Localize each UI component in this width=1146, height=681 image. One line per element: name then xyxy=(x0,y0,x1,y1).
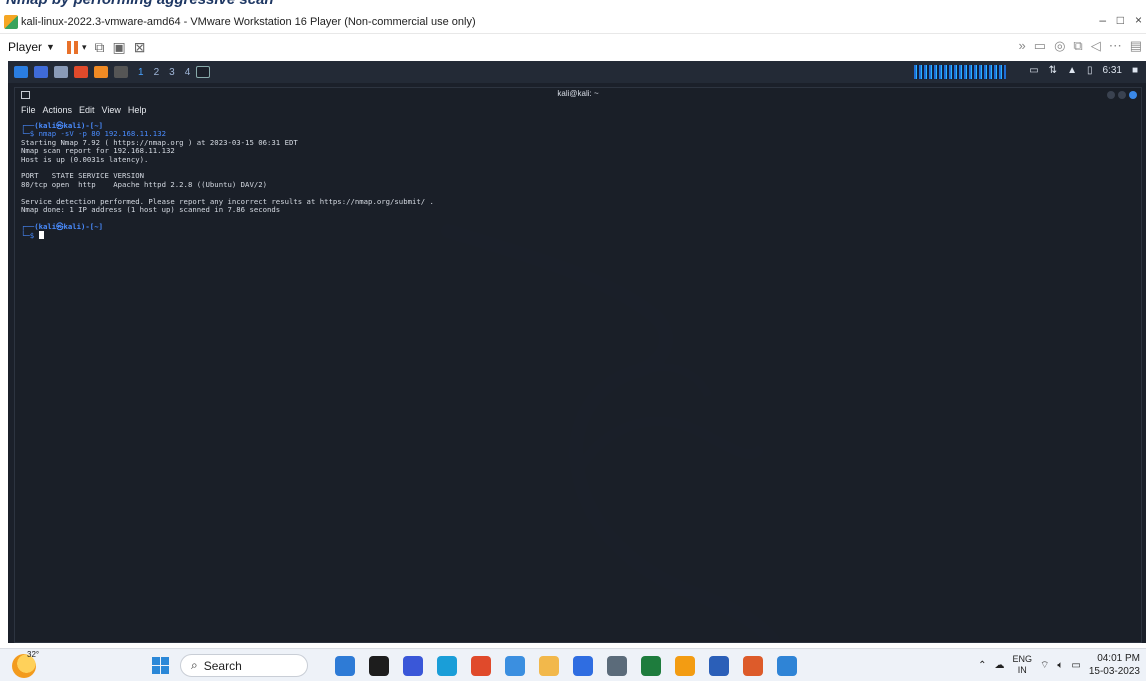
forward-icon[interactable]: » xyxy=(1019,38,1026,54)
chat-icon[interactable] xyxy=(403,656,423,676)
terminal-titlebar: kali@kali: ~ xyxy=(15,88,1141,102)
terminal-window[interactable]: kali@kali: ~ File Actions Edit View Help… xyxy=(14,87,1142,643)
language-indicator[interactable]: ENG IN xyxy=(1012,654,1032,676)
maximize-button[interactable]: □ xyxy=(1117,13,1124,27)
mail-icon[interactable] xyxy=(573,656,593,676)
lang-bottom: IN xyxy=(1017,665,1027,675)
kali-menu-icon[interactable] xyxy=(14,66,28,78)
clock-date: 15-03-2023 xyxy=(1088,666,1140,677)
file-manager-icon[interactable] xyxy=(54,66,68,78)
vmware-device-icons: » ▭ ◎ ⧉ ◁ ⋯ ▤ xyxy=(1019,38,1142,54)
window-title: kali-linux-2022.3-vmware-amd64 - VMware … xyxy=(21,15,476,28)
terminal-cursor xyxy=(38,231,44,240)
close-icon[interactable] xyxy=(1129,91,1137,99)
cpu-graph xyxy=(914,65,1006,79)
wifi-icon[interactable]: ⌔ xyxy=(1040,659,1049,672)
weather-temp: 32° xyxy=(27,650,40,659)
windows-taskbar: 32° ⌕ Search ⌃ ☁ ENG IN ⌔ 🔈︎ ▭ 04:01 PM … xyxy=(0,648,1146,681)
menu-actions[interactable]: Actions xyxy=(43,105,73,115)
taskbar-search[interactable]: ⌕ Search xyxy=(180,654,308,677)
menu-help[interactable]: Help xyxy=(128,105,147,115)
desktop-icon[interactable] xyxy=(34,66,48,78)
send-ctrl-alt-del-icon[interactable]: ⧉ xyxy=(94,39,104,56)
open-terminal-task-icon[interactable] xyxy=(196,66,211,78)
menu-file[interactable]: File xyxy=(21,105,36,115)
weather-icon[interactable]: 32° xyxy=(12,650,39,678)
clock-time: 04:01 PM xyxy=(1097,653,1140,664)
start-button[interactable] xyxy=(152,657,169,674)
pause-icon[interactable] xyxy=(66,40,78,54)
prompt-corner-2: ┌── xyxy=(21,221,35,231)
paint-icon[interactable] xyxy=(743,656,763,676)
file-explorer-icon[interactable] xyxy=(505,656,525,676)
kali-tray: ▭ ⇅ ▲ ▯ 6:31 ■ xyxy=(1029,65,1138,76)
document-heading-fragment: Nmap by performing aggressive scan xyxy=(0,0,1146,10)
menu-edit[interactable]: Edit xyxy=(79,105,95,115)
kali-desktop: 1 2 3 4 ▭ ⇅ ▲ ▯ 6:31 ■ kali@kali: ~ File… xyxy=(8,61,1146,643)
photos-icon[interactable] xyxy=(777,656,797,676)
word-icon[interactable] xyxy=(709,656,729,676)
output-line: 80/tcp open http Apache httpd 2.2.8 ((Ub… xyxy=(21,179,268,189)
chevron-down-icon[interactable]: ▼ xyxy=(46,42,55,52)
display-icon[interactable]: ▭ xyxy=(1029,65,1038,76)
system-tray: ⌃ ☁ ENG IN ⌔ 🔈︎ ▭ 04:01 PM 15-03-2023 xyxy=(978,652,1140,678)
widgets-icon[interactable] xyxy=(335,656,355,676)
fit-guest-icon[interactable]: ▣ xyxy=(112,39,125,56)
task-view-icon[interactable] xyxy=(369,656,389,676)
lang-top: ENG xyxy=(1012,654,1032,664)
lock-icon[interactable]: ■ xyxy=(1132,65,1138,76)
text-editor-icon[interactable] xyxy=(74,66,88,78)
edge-icon[interactable] xyxy=(437,656,457,676)
terminal-launcher-icon[interactable] xyxy=(114,66,128,78)
usb-icon[interactable]: ⋯ xyxy=(1109,38,1122,54)
chevron-up-icon[interactable]: ⌃ xyxy=(978,660,986,671)
workspace-3[interactable]: 3 xyxy=(169,67,175,78)
taskbar-clock[interactable]: 04:01 PM 15-03-2023 xyxy=(1089,652,1140,678)
workspace-2[interactable]: 2 xyxy=(154,67,160,78)
network-icon[interactable]: ⧉ xyxy=(1073,38,1082,54)
store-icon[interactable] xyxy=(539,656,559,676)
xbox-icon[interactable] xyxy=(641,656,661,676)
prompt-user-2: (kali㉿kali)-[~] xyxy=(34,221,103,231)
onedrive-icon[interactable]: ☁ xyxy=(994,660,1004,671)
terminal-menubar: File Actions Edit View Help xyxy=(15,102,1141,118)
chrome-icon[interactable] xyxy=(471,656,491,676)
workspace-4[interactable]: 4 xyxy=(185,67,191,78)
output-line: Host is up (0.0031s latency). xyxy=(21,154,149,164)
network-icon[interactable]: ⇅ xyxy=(1049,65,1057,76)
menu-view[interactable]: View xyxy=(102,105,121,115)
vmware-app-icon xyxy=(4,14,18,29)
search-label: Search xyxy=(203,658,242,673)
volume-icon[interactable]: 🔈︎ xyxy=(1057,660,1063,671)
vmware-toolbar: Player ▼ ▾ ⧉ ▣ ⊠ » ▭ ◎ ⧉ ◁ ⋯ ▤ xyxy=(0,34,1146,60)
terminal-title: kali@kali: ~ xyxy=(557,89,599,98)
cd-icon[interactable]: ◎ xyxy=(1054,38,1065,54)
kali-clock[interactable]: 6:31 xyxy=(1102,65,1121,76)
minimize-icon[interactable] xyxy=(1107,91,1115,99)
terminal-output[interactable]: ┌──(kali㉿kali)-[~] └─$ nmap -sV -p 80 19… xyxy=(15,118,1141,241)
prompt-dollar-2: └─$ xyxy=(21,231,39,241)
battery-icon[interactable]: ▯ xyxy=(1087,65,1093,76)
vmware-icon[interactable] xyxy=(675,656,695,676)
notification-icon[interactable]: ▲ xyxy=(1067,65,1077,76)
unity-icon[interactable]: ⊠ xyxy=(134,39,146,56)
firefox-icon[interactable] xyxy=(94,66,108,78)
maximize-icon[interactable] xyxy=(1118,91,1126,99)
monitor-icon[interactable]: ▭ xyxy=(1034,38,1046,54)
search-icon: ⌕ xyxy=(191,658,198,672)
vmware-title-bar: kali-linux-2022.3-vmware-amd64 - VMware … xyxy=(0,10,1146,34)
pause-dropdown-icon[interactable]: ▾ xyxy=(82,42,87,53)
document-heading-text: Nmap by performing aggressive scan xyxy=(6,0,274,8)
battery-icon[interactable]: ▭ xyxy=(1071,660,1080,671)
workspace-1[interactable]: 1 xyxy=(138,67,144,78)
close-button[interactable]: × xyxy=(1135,13,1142,27)
printer-icon[interactable]: ▤ xyxy=(1130,38,1142,54)
minimize-button[interactable]: – xyxy=(1099,13,1106,27)
output-line: Nmap done: 1 IP address (1 host up) scan… xyxy=(21,205,281,215)
kali-top-panel: 1 2 3 4 ▭ ⇅ ▲ ▯ 6:31 ■ xyxy=(8,61,1146,83)
sound-icon[interactable]: ◁ xyxy=(1091,38,1101,54)
player-menu[interactable]: Player xyxy=(8,40,42,54)
settings-icon[interactable] xyxy=(607,656,627,676)
